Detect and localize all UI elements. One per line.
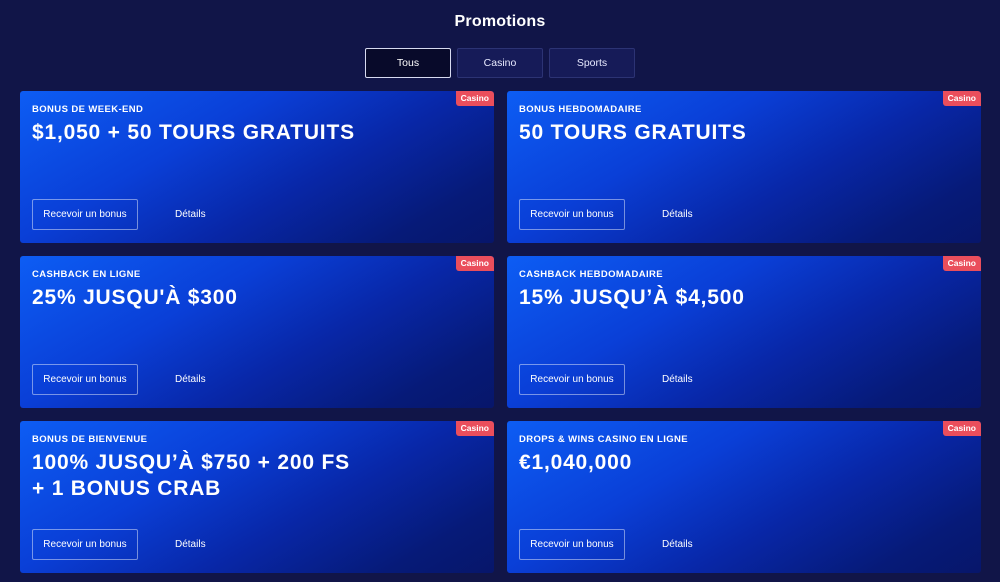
promo-headline: 25% JUSQU'À $300 [32,286,238,309]
promo-card-weekly-bonus: Casino BONUS HEBDOMADAIRE 50 TOURS GRATU… [507,91,981,243]
promo-card-drops-wins: Casino DROPS & WINS CASINO EN LIGNE €1,0… [507,421,981,573]
claim-bonus-button[interactable]: Recevoir un bonus [32,199,138,230]
claim-bonus-button[interactable]: Recevoir un bonus [32,364,138,395]
details-link[interactable]: Détails [175,209,206,220]
promotions-page: Promotions Tous Casino Sports Casino BON… [0,0,1000,582]
category-badge: Casino [942,421,981,436]
promo-subtitle: CASHBACK HEBDOMADAIRE [519,269,664,280]
promotions-grid: Casino BONUS DE WEEK-END $1,050 + 50 TOU… [20,91,981,573]
promo-card-weekly-cashback: Casino CASHBACK HEBDOMADAIRE 15% JUSQU’À… [507,256,981,408]
tab-sports[interactable]: Sports [549,48,635,78]
page-title: Promotions [454,13,546,30]
promo-headline: 100% JUSQU’À $750 + 200 FS + 1 BONUS CRA… [32,451,350,500]
details-link[interactable]: Détails [662,209,693,220]
claim-bonus-button[interactable]: Recevoir un bonus [519,529,625,560]
claim-bonus-button[interactable]: Recevoir un bonus [519,199,625,230]
promo-headline: €1,040,000 [519,451,633,474]
category-badge: Casino [942,256,981,271]
details-link[interactable]: Détails [662,539,693,550]
claim-bonus-button[interactable]: Recevoir un bonus [519,364,625,395]
promo-subtitle: BONUS DE BIENVENUE [32,434,148,445]
claim-bonus-button[interactable]: Recevoir un bonus [32,529,138,560]
promo-card-weekend-bonus: Casino BONUS DE WEEK-END $1,050 + 50 TOU… [20,91,494,243]
details-link[interactable]: Détails [175,539,206,550]
category-badge: Casino [942,91,981,106]
filter-tabs: Tous Casino Sports [365,48,635,78]
details-link[interactable]: Détails [175,374,206,385]
tab-all[interactable]: Tous [365,48,451,78]
promo-subtitle: BONUS HEBDOMADAIRE [519,104,642,115]
category-badge: Casino [455,256,494,271]
promo-card-welcome-bonus: Casino BONUS DE BIENVENUE 100% JUSQU’À $… [20,421,494,573]
category-badge: Casino [455,421,494,436]
promo-headline: 50 TOURS GRATUITS [519,121,747,144]
tab-casino[interactable]: Casino [457,48,543,78]
category-badge: Casino [455,91,494,106]
promo-subtitle: BONUS DE WEEK-END [32,104,144,115]
details-link[interactable]: Détails [662,374,693,385]
promo-subtitle: DROPS & WINS CASINO EN LIGNE [519,434,689,445]
promo-card-online-cashback: Casino CASHBACK EN LIGNE 25% JUSQU'À $30… [20,256,494,408]
promo-subtitle: CASHBACK EN LIGNE [32,269,141,280]
promo-headline: 15% JUSQU’À $4,500 [519,286,745,309]
promo-headline: $1,050 + 50 TOURS GRATUITS [32,121,355,144]
